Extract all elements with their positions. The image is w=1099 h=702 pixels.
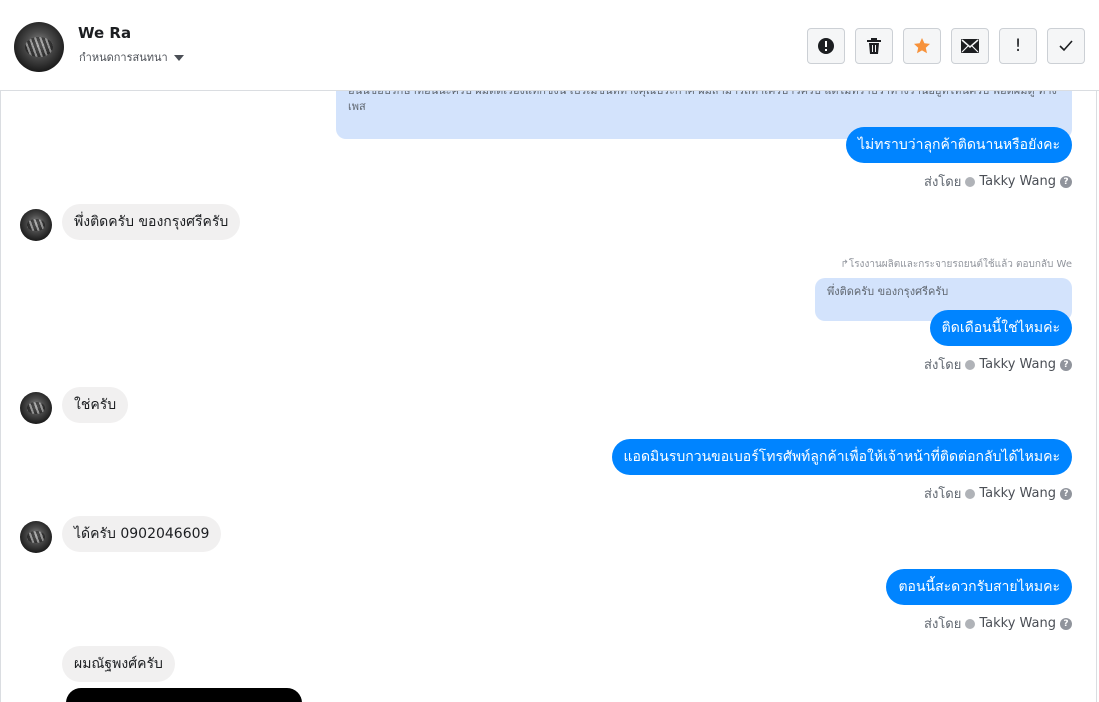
star-icon [914,38,930,54]
agent-name[interactable]: Takky Wang [979,357,1056,372]
envelope-icon [961,39,979,53]
contact-avatar-small [20,209,52,241]
incoming-message[interactable]: ใช่ครับ [62,387,129,423]
help-icon[interactable]: ? [1060,487,1072,500]
trash-icon [867,38,881,54]
incoming-message[interactable]: พึ่งติดครับ ของกรุงศรีครับ [62,204,241,240]
contact-avatar-small [20,521,52,553]
caret-down-icon [173,55,184,61]
incoming-message[interactable]: ได้ครับ 0902046609 [62,516,222,552]
reply-context-line: ↱โรงงานผลิตและกระจายรถยนต์ใช้แล้ว ตอบกลั… [840,259,1072,270]
star-button[interactable] [903,28,941,64]
agent-name[interactable]: Takky Wang [979,616,1056,631]
assign-label: กำหนดการสนทนา [79,51,168,64]
mark-done-button[interactable] [1047,28,1085,64]
outgoing-message[interactable]: ไม่ทราบว่าลุกค้าติดนานหรือยังคะ [845,127,1072,163]
verified-icon [965,488,976,499]
help-icon[interactable]: ? [1060,617,1072,630]
incoming-message[interactable]: ผมณัฐพงศ์ครับ [62,646,175,682]
message-thread[interactable]: อนนขอบรกษาทอนนะครบ ผมตดเรองแทกซงน เบรเมข… [0,91,1099,702]
agent-name[interactable]: Takky Wang [979,174,1056,189]
contact-avatar-small [20,392,52,424]
quoted-message-text: อนนขอบรกษาทอนนะครบ ผมตดเรองแทกซงน เบรเมข… [348,91,1057,113]
follow-up-button[interactable]: ! [999,28,1037,64]
verified-icon [965,618,976,629]
alert-circle-icon [818,38,834,54]
contact-name[interactable]: We Ra [78,24,131,42]
verified-icon [965,359,976,370]
help-icon[interactable]: ? [1060,358,1072,371]
sent-by-line: ส่งโดย Takky Wang? [924,354,1072,375]
outgoing-message[interactable]: ติดเดือนนี้ใช่ไหมค่ะ [929,310,1072,346]
help-icon[interactable]: ? [1060,175,1072,188]
mark-unread-button[interactable] [951,28,989,64]
delete-button[interactable] [855,28,893,64]
sent-by-line: ส่งโดย Takky Wang? [924,171,1072,192]
replied-quote-text: พึ่งติดครับ ของกรุงศรีครับ [827,285,949,298]
exclamation-icon: ! [1014,36,1022,56]
incoming-attachment[interactable] [66,688,302,702]
spam-button[interactable] [807,28,845,64]
checkmark-icon [1059,40,1073,52]
contact-avatar[interactable] [14,22,64,72]
outgoing-message[interactable]: แอดมินรบกวนขอเบอร์โทรศัพท์ลูกค้าเพื่อให้… [611,439,1072,475]
sent-by-line: ส่งโดย Takky Wang? [924,613,1072,634]
verified-icon [965,176,976,187]
conversation-header: We Ra กำหนดการสนทนา ! [0,0,1099,91]
sent-by-line: ส่งโดย Takky Wang? [924,483,1072,504]
assign-conversation-dropdown[interactable]: กำหนดการสนทนา [79,48,184,66]
agent-name[interactable]: Takky Wang [979,486,1056,501]
outgoing-message[interactable]: ตอนนี้สะดวกรับสายไหมคะ [886,569,1072,605]
